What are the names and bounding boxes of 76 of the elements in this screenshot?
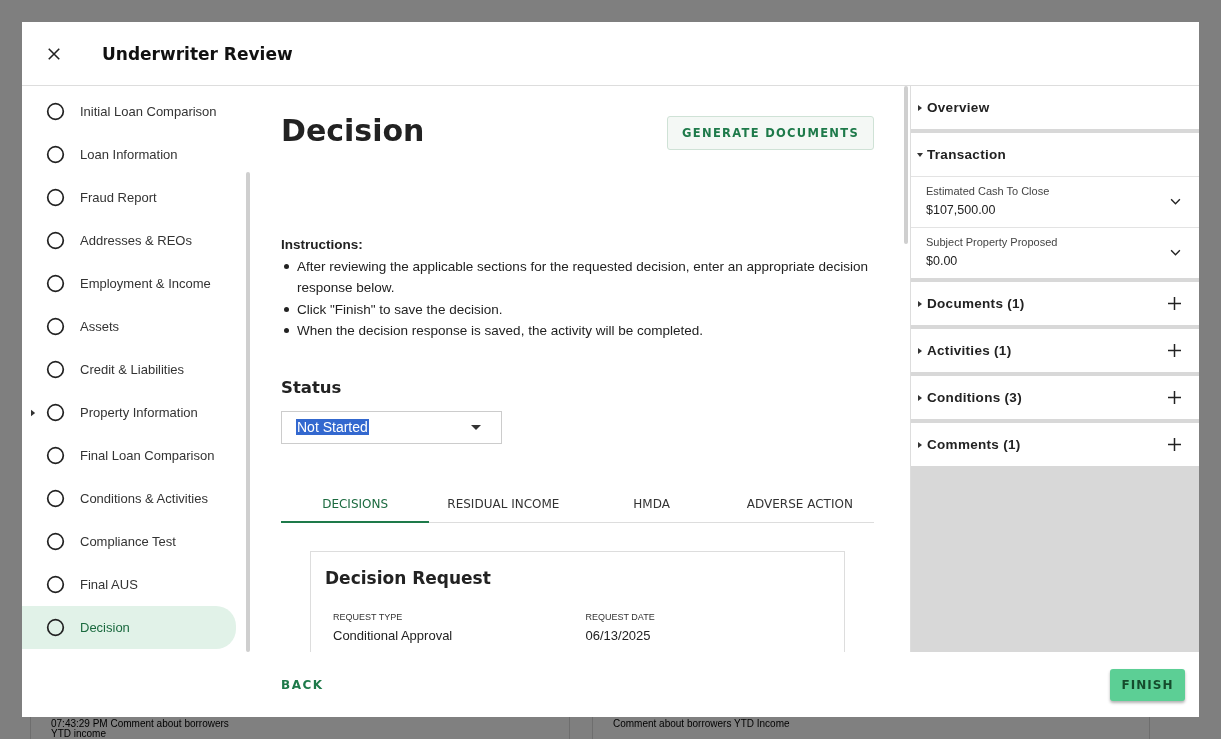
caret-icon (916, 299, 924, 308)
nav-item[interactable]: Final AUS (22, 563, 236, 606)
finish-button[interactable]: FINISH (1110, 668, 1185, 701)
field-label: Subject Property Proposed (926, 236, 1059, 248)
nav-item[interactable]: Credit & Liabilities (22, 348, 236, 391)
field-label: REQUEST DATE (585, 611, 656, 622)
status-circle-icon (46, 102, 65, 121)
status-circle-icon (46, 532, 65, 551)
tab[interactable]: ADVERSE ACTION (725, 487, 874, 522)
tab[interactable]: DECISIONS (281, 487, 430, 523)
nav-item[interactable]: Addresses & REOs (22, 219, 236, 262)
comment-text: Comment about borrowers YTD Income (613, 719, 791, 729)
status-dropdown[interactable]: Not Started (281, 410, 502, 444)
chevron-down-icon[interactable] (1170, 197, 1181, 205)
nav-item[interactable]: Final Loan Comparison (22, 434, 236, 477)
field-value: $107,500.00 (926, 203, 997, 217)
back-button[interactable]: BACK (281, 673, 324, 696)
bullet-icon (284, 263, 289, 269)
caret-icon[interactable] (31, 408, 36, 417)
field-label: REQUEST TYPE (333, 611, 404, 622)
field-label: Estimated Cash To Close (926, 185, 1051, 197)
status-circle-icon (46, 317, 65, 336)
section-header[interactable]: Comments (1) (911, 423, 1199, 466)
status-circle-icon (46, 489, 65, 508)
dialog-title: Underwriter Review (102, 43, 293, 64)
nav-item[interactable]: Loan Information (22, 133, 236, 176)
nav-item[interactable]: Initial Loan Comparison (22, 90, 236, 133)
nav-item[interactable]: Employment & Income (22, 262, 236, 305)
status-circle-icon (46, 145, 65, 164)
status-circle-icon (46, 446, 65, 465)
status-circle-icon (46, 618, 65, 637)
caret-icon (916, 393, 924, 402)
bullet-icon (284, 306, 289, 312)
section-header[interactable]: Transaction (911, 133, 1199, 176)
add-icon[interactable] (1168, 344, 1181, 357)
bullet-icon (284, 328, 289, 333)
tab[interactable]: RESIDUAL INCOME (429, 487, 578, 522)
instruction-text: When the decision response is saved, the activity will be completed. (297, 322, 703, 340)
instruction-text: After reviewing the applicable sections for the requested decision, enter an appropriate decision response below. (297, 257, 870, 297)
section-header[interactable]: Documents (1) (911, 282, 1199, 325)
nav-item[interactable]: Compliance Test (22, 520, 236, 563)
generate-documents-button[interactable]: GENERATE DOCUMENTS (667, 116, 874, 150)
status-circle-icon (46, 575, 65, 594)
nav-item[interactable]: Assets (22, 305, 236, 348)
section-header[interactable]: Conditions (3) (911, 376, 1199, 419)
field-value: $0.00 (926, 254, 959, 268)
add-icon[interactable] (1168, 438, 1181, 451)
dropdown-arrow-icon (471, 424, 481, 430)
tab[interactable]: HMDA (577, 487, 726, 522)
add-icon[interactable] (1168, 297, 1181, 310)
section-header[interactable]: Activities (1) (911, 329, 1199, 372)
instructions-title: Instructions: (281, 236, 364, 254)
nav-item[interactable]: Conditions & Activities (22, 477, 236, 520)
caret-icon (916, 103, 924, 112)
field-value: Conditional Approval (333, 627, 454, 643)
caret-icon (916, 150, 924, 159)
nav-item[interactable]: Fraud Report (22, 176, 236, 219)
card-title: Decision Request (325, 567, 492, 588)
close-icon[interactable] (47, 46, 61, 61)
status-circle-icon (46, 403, 65, 422)
add-icon[interactable] (1168, 391, 1181, 404)
status-label: Status (281, 377, 343, 397)
caret-icon (916, 346, 924, 355)
chevron-down-icon[interactable] (1170, 248, 1181, 256)
section-header[interactable]: Overview (911, 86, 1199, 129)
status-circle-icon (46, 188, 65, 207)
comment-text: 07:43:29 PM Comment about borrowers YTD income (51, 719, 230, 739)
status-circle-icon (46, 231, 65, 250)
status-circle-icon (46, 274, 65, 293)
nav-item[interactable]: Property Information (22, 391, 236, 434)
page-heading: Decision (281, 114, 425, 148)
instruction-text: Click "Finish" to save the decision. (297, 300, 503, 319)
field-value: 06/13/2025 (585, 627, 652, 643)
status-circle-icon (46, 360, 65, 379)
caret-icon (916, 440, 924, 449)
nav-item[interactable]: Decision (22, 606, 236, 649)
